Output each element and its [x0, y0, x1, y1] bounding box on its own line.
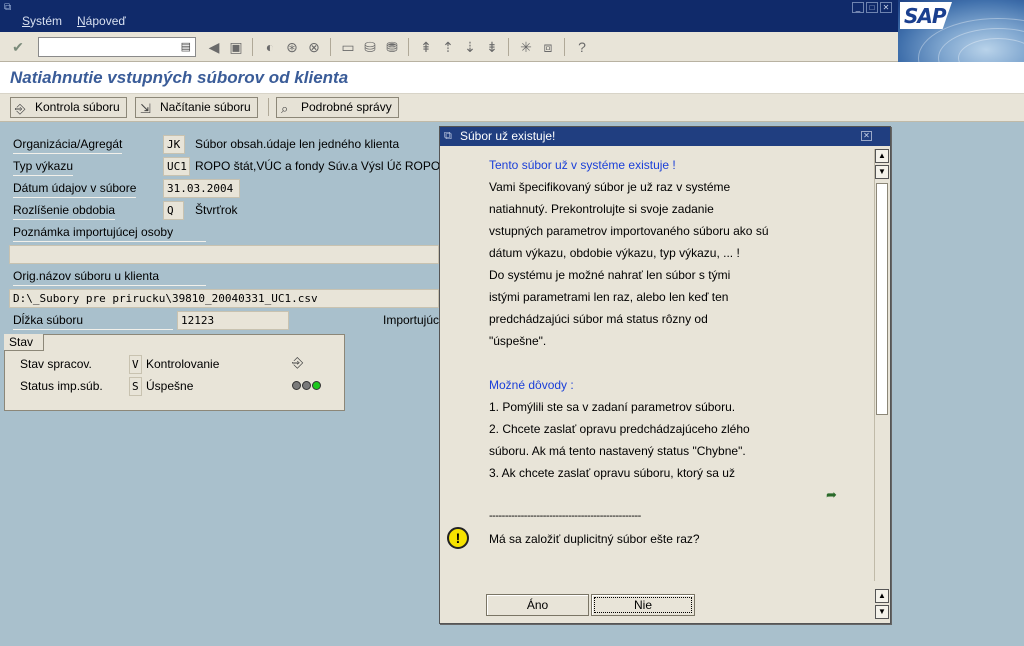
- menu-system[interactable]: Systém: [22, 14, 62, 28]
- status-group: [4, 334, 345, 411]
- title-area: Natiahnutie vstupných súborov od klienta: [0, 62, 1024, 94]
- file-exists-dialog: ⧉ Súbor už existuje! ✕ Tento súbor už v …: [439, 126, 891, 624]
- checking-icon: ⎆: [292, 354, 304, 370]
- reason-line: 1. Pomýlili ste sa v zadaní parametrov s…: [489, 400, 736, 414]
- import-status-text: Úspešne: [146, 379, 194, 393]
- check-file-button[interactable]: ⎆ Kontrola súboru: [10, 97, 127, 118]
- dialog-separator: ----------------------------------------…: [489, 510, 641, 522]
- file-length-label: Dĺžka súboru: [13, 313, 173, 330]
- back-arrow-icon[interactable]: ◀: [205, 38, 223, 56]
- window-controls: _ □ ✕: [852, 2, 892, 13]
- importing-label: Importujúc: [383, 313, 440, 327]
- report-type-text: ROPO štát,VÚC a fondy Súv.a Výsl Úč ROPO: [195, 159, 441, 173]
- processing-status-field[interactable]: V: [129, 355, 142, 374]
- standard-toolbar: ✔ ▤ ◀ ▣ ◐ ⊛ ⊗ ▭ ⛁ ⛃ ⇞ ⇡ ⇣ ⇟ ✳ ⧈ ?: [0, 32, 898, 62]
- scroll-thumb[interactable]: [876, 183, 888, 415]
- dialog-line: Vami špecifikovaný súbor je už raz v sys…: [489, 180, 731, 194]
- help-icon[interactable]: ?: [573, 38, 591, 56]
- note-field[interactable]: [9, 245, 439, 264]
- command-field[interactable]: ▤: [38, 37, 196, 57]
- find-next-icon[interactable]: ⛃: [383, 38, 401, 56]
- traffic-light-icon: [292, 381, 321, 390]
- save-icon[interactable]: ▣: [227, 38, 245, 56]
- dialog-scrollbar[interactable]: ▲ ▼ ▲ ▼: [874, 149, 889, 619]
- scroll-up-bottom-icon[interactable]: ▲: [875, 589, 889, 603]
- shortcut-icon[interactable]: ⧈: [539, 38, 557, 56]
- scroll-down-icon[interactable]: ▼: [875, 165, 889, 179]
- data-date-field[interactable]: 31.03.2004: [163, 179, 240, 198]
- find-icon[interactable]: ⛁: [361, 38, 379, 56]
- last-page-icon[interactable]: ⇟: [483, 38, 501, 56]
- processing-status-label: Stav spracov.: [20, 357, 92, 371]
- menu-help[interactable]: Nápoveď: [77, 14, 126, 28]
- cancel-icon[interactable]: ⊗: [305, 38, 323, 56]
- status-group-title: Stav: [4, 334, 45, 351]
- orig-filename-field[interactable]: D:\_Subory pre prirucku\39810_20040331_U…: [9, 289, 439, 308]
- next-page-icon[interactable]: ⇣: [461, 38, 479, 56]
- load-file-button[interactable]: ⇲ Načítanie súboru: [135, 97, 258, 118]
- file-length-field[interactable]: 12123: [177, 311, 289, 330]
- dialog-line: predchádzajúci súbor má status rôzny od: [489, 312, 708, 326]
- org-text: Súbor obsah.údaje len jedného klienta: [195, 137, 400, 151]
- dialog-question: Má sa založiť duplicitný súbor ešte raz?: [489, 532, 700, 546]
- previous-page-icon[interactable]: ⇡: [439, 38, 457, 56]
- import-status-label: Status imp.súb.: [20, 379, 103, 393]
- print-icon[interactable]: ▭: [339, 38, 357, 56]
- detailed-messages-icon: ⌕: [281, 101, 289, 116]
- enter-check-icon[interactable]: ✔: [9, 38, 27, 56]
- org-field[interactable]: JK: [163, 135, 185, 154]
- dialog-close-icon[interactable]: ✕: [861, 131, 872, 141]
- data-date-label: Dátum údajov v súbore: [13, 181, 137, 198]
- page-title: Natiahnutie vstupných súborov od klienta: [10, 68, 349, 87]
- dialog-line: dátum výkazu, obdobie výkazu, typ výkazu…: [489, 246, 740, 260]
- reasons-heading: Možné dôvody :: [489, 378, 574, 392]
- warning-icon: !: [447, 527, 469, 549]
- dialog-title-bar: ⧉ Súbor už existuje! ✕: [440, 127, 890, 146]
- exit-icon[interactable]: ⊛: [283, 38, 301, 56]
- scroll-up-icon[interactable]: ▲: [875, 149, 889, 163]
- close-window-icon[interactable]: ✕: [880, 2, 892, 13]
- dialog-title: Súbor už existuje!: [460, 129, 556, 143]
- menu-bar: ⧉ Systém Nápoveď _ □ ✕: [0, 0, 1024, 32]
- maximize-icon[interactable]: □: [866, 2, 878, 13]
- scroll-down-bottom-icon[interactable]: ▼: [875, 605, 889, 619]
- dialog-line: Do systému je možné nahrať len súbor s t…: [489, 268, 731, 282]
- period-label: Rozlíšenie obdobia: [13, 203, 116, 220]
- processing-status-text: Kontrolovanie: [146, 357, 220, 371]
- yes-button[interactable]: Áno: [486, 594, 589, 616]
- dialog-line: istými parametrami len raz, alebo len ke…: [489, 290, 729, 304]
- reason-line: 3. Ak chcete zaslať opravu súboru, ktorý…: [489, 466, 735, 480]
- dialog-heading: Tento súbor už v systéme existuje !: [489, 158, 676, 172]
- dialog-line: vstupných parametrov importovaného súbor…: [489, 224, 769, 238]
- check-file-icon: ⎆: [15, 101, 26, 116]
- minimize-icon[interactable]: _: [852, 2, 864, 13]
- report-type-field[interactable]: UC1: [163, 157, 190, 176]
- period-text: Štvrťrok: [195, 203, 238, 217]
- period-field[interactable]: Q: [163, 201, 184, 220]
- dialog-line: "úspešne".: [489, 334, 547, 348]
- application-toolbar: ⎆ Kontrola súboru ⇲ Načítanie súboru ⌕ P…: [0, 94, 1024, 122]
- command-history-icon[interactable]: ▤: [181, 40, 191, 53]
- import-status-field[interactable]: S: [129, 377, 142, 396]
- reason-line: 2. Chcete zaslať opravu predchádzajúceho…: [489, 422, 750, 436]
- new-session-icon[interactable]: ✳: [517, 38, 535, 56]
- system-menu-icon[interactable]: ⧉: [4, 2, 16, 13]
- detailed-messages-button[interactable]: ⌕ Podrobné správy: [276, 97, 399, 118]
- next-page-arrow-icon[interactable]: ➦: [826, 487, 837, 503]
- load-file-icon: ⇲: [140, 101, 151, 116]
- orig-filename-label: Orig.názov súboru u klienta: [13, 269, 206, 286]
- org-label: Organizácia/Agregát: [13, 137, 123, 154]
- report-type-label: Typ výkazu: [13, 159, 74, 176]
- note-label: Poznámka importujúcej osoby: [13, 225, 206, 242]
- reason-line: súboru. Ak má tento nastavený status "Ch…: [489, 444, 746, 458]
- first-page-icon[interactable]: ⇞: [417, 38, 435, 56]
- dialog-menu-icon[interactable]: ⧉: [444, 127, 452, 146]
- dialog-line: natiahnutý. Prekontrolujte si svoje zada…: [489, 202, 714, 216]
- no-button[interactable]: Nie: [591, 594, 695, 616]
- back-icon[interactable]: ◐: [261, 38, 279, 56]
